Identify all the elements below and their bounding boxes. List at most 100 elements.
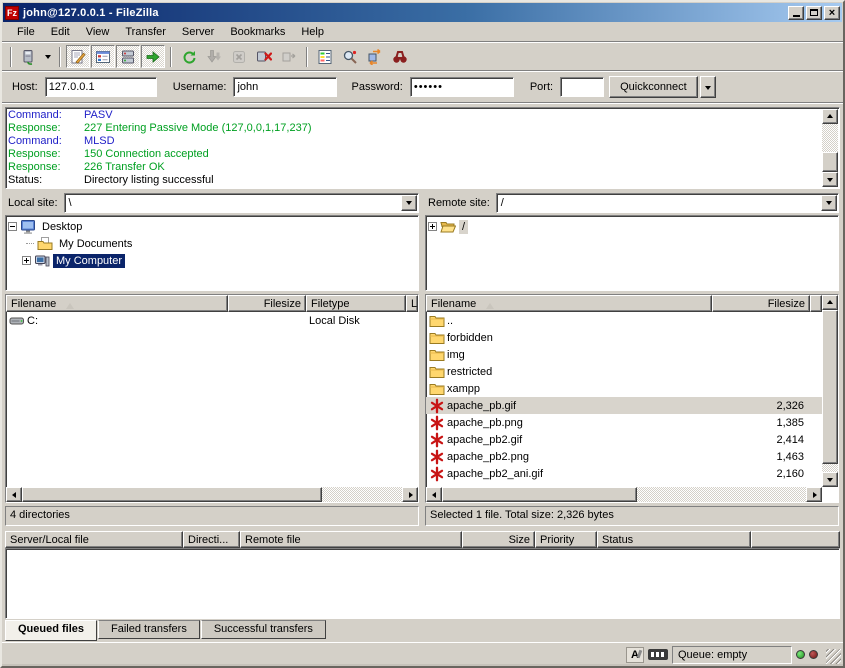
column-status[interactable]: Status [597,531,751,548]
remote-site-dropdown[interactable] [821,195,837,211]
password-input[interactable] [410,77,514,97]
desktop-icon [20,219,36,235]
transfer-queue-list[interactable] [5,548,840,619]
quickconnect-dropdown[interactable] [700,76,716,98]
scroll-thumb[interactable] [22,487,322,502]
scroll-thumb[interactable] [442,487,637,502]
local-site-combo[interactable]: \ [64,193,419,213]
status-bar: A Queue: empty [2,642,843,666]
image-file-icon [429,415,445,431]
quickconnect-button[interactable]: Quickconnect [609,76,698,98]
message-log-icon [70,49,86,65]
menu-help[interactable]: Help [294,24,331,40]
file-row[interactable]: img [426,346,822,363]
column-remote-file[interactable]: Remote file [240,531,462,548]
collapse-icon[interactable] [8,222,17,231]
scroll-right-button[interactable] [806,487,822,502]
remote-horizontal-scrollbar[interactable] [426,487,822,502]
file-row[interactable]: .. [426,312,822,329]
column-label: Filesize [264,298,301,310]
expand-icon[interactable] [428,222,437,231]
toggle-message-log-button[interactable] [66,45,90,68]
file-row[interactable]: apache_pb2_ani.gif 2,160 [426,465,822,482]
port-input[interactable] [560,77,604,97]
tab-successful-transfers[interactable]: Successful transfers [201,620,326,639]
scroll-down-button[interactable] [822,172,838,187]
host-input[interactable] [45,77,157,97]
file-row[interactable]: apache_pb2.png 1,463 [426,448,822,465]
scroll-left-button[interactable] [6,487,22,502]
synchronized-browsing-button[interactable] [363,45,387,68]
process-queue-button[interactable] [202,45,226,68]
column-filename[interactable]: Filename [426,295,712,312]
scroll-up-button[interactable] [822,109,838,124]
column-filename[interactable]: Filename [6,295,228,312]
menu-view[interactable]: View [79,24,117,40]
column-direction[interactable]: Directi... [183,531,240,548]
tab-failed-transfers[interactable]: Failed transfers [98,620,200,639]
file-row[interactable]: apache_pb.png 1,385 [426,414,822,431]
local-site-dropdown[interactable] [401,195,417,211]
file-row[interactable]: apache_pb2.gif 2,414 [426,431,822,448]
arrow-down-icon [827,478,833,485]
site-manager-dropdown[interactable] [42,45,54,68]
log-scrollbar[interactable] [822,109,838,187]
find-files-button[interactable] [388,45,412,68]
column-filetype[interactable]: Filetype [306,295,406,312]
disconnect-button[interactable] [252,45,276,68]
scroll-left-button[interactable] [426,487,442,502]
file-row[interactable]: restricted [426,363,822,380]
column-filesize[interactable]: Filesize [712,295,810,312]
data-type-ascii-icon[interactable]: A [626,647,644,663]
reconnect-button[interactable] [277,45,301,68]
toggle-remote-tree-button[interactable] [116,45,140,68]
file-row[interactable]: forbidden [426,329,822,346]
resize-grip[interactable] [826,649,841,664]
file-row-selected[interactable]: apache_pb.gif 2,326 [426,397,822,414]
maximize-button[interactable] [806,6,822,20]
tab-queued-files[interactable]: Queued files [5,620,97,641]
menu-bookmarks[interactable]: Bookmarks [223,24,292,40]
refresh-button[interactable] [177,45,201,68]
menu-server[interactable]: Server [175,24,221,40]
scroll-down-button[interactable] [822,472,838,487]
column-filesize[interactable]: Filesize [228,295,306,312]
connection-led-green [796,650,805,659]
chevron-down-icon [705,86,711,93]
remote-vertical-scrollbar[interactable] [822,295,838,487]
column-priority[interactable]: Priority [535,531,597,548]
menu-transfer[interactable]: Transfer [118,24,173,40]
file-row[interactable]: xampp [426,380,822,397]
file-row-c-drive[interactable]: C: Local Disk [6,312,418,329]
expand-icon[interactable] [22,256,31,265]
file-size: 2,326 [712,400,810,412]
speed-limit-icon[interactable] [648,649,668,660]
toggle-local-tree-button[interactable] [91,45,115,68]
scroll-thumb[interactable] [822,152,838,172]
username-input[interactable] [233,77,337,97]
column-last-modified[interactable]: L [406,295,418,312]
tree-item-my-documents[interactable]: My Documents [8,235,416,252]
scroll-thumb[interactable] [822,310,838,464]
close-button[interactable]: × [824,6,840,20]
arrow-right-icon [813,492,820,498]
title-bar[interactable]: Fz john@127.0.0.1 - FileZilla × [3,3,842,22]
remote-site-combo[interactable]: / [496,193,839,213]
local-horizontal-scrollbar[interactable] [6,487,418,502]
menu-file[interactable]: File [10,24,42,40]
open-site-manager-button[interactable] [17,45,41,68]
tree-item-root[interactable]: / [428,218,836,235]
tree-item-desktop[interactable]: Desktop [8,218,416,235]
toggle-transfer-queue-button[interactable] [141,45,165,68]
column-size[interactable]: Size [462,531,535,548]
tree-item-my-computer[interactable]: My Computer [8,252,416,269]
directory-filters-button[interactable] [313,45,337,68]
scroll-up-button[interactable] [822,295,838,310]
remote-file-rows: .. forbidden img restricted [426,312,838,502]
scroll-right-button[interactable] [402,487,418,502]
minimize-button[interactable] [788,6,804,20]
cancel-operation-button[interactable] [227,45,251,68]
menu-edit[interactable]: Edit [44,24,77,40]
column-server-local-file[interactable]: Server/Local file [5,531,183,548]
directory-comparison-button[interactable] [338,45,362,68]
